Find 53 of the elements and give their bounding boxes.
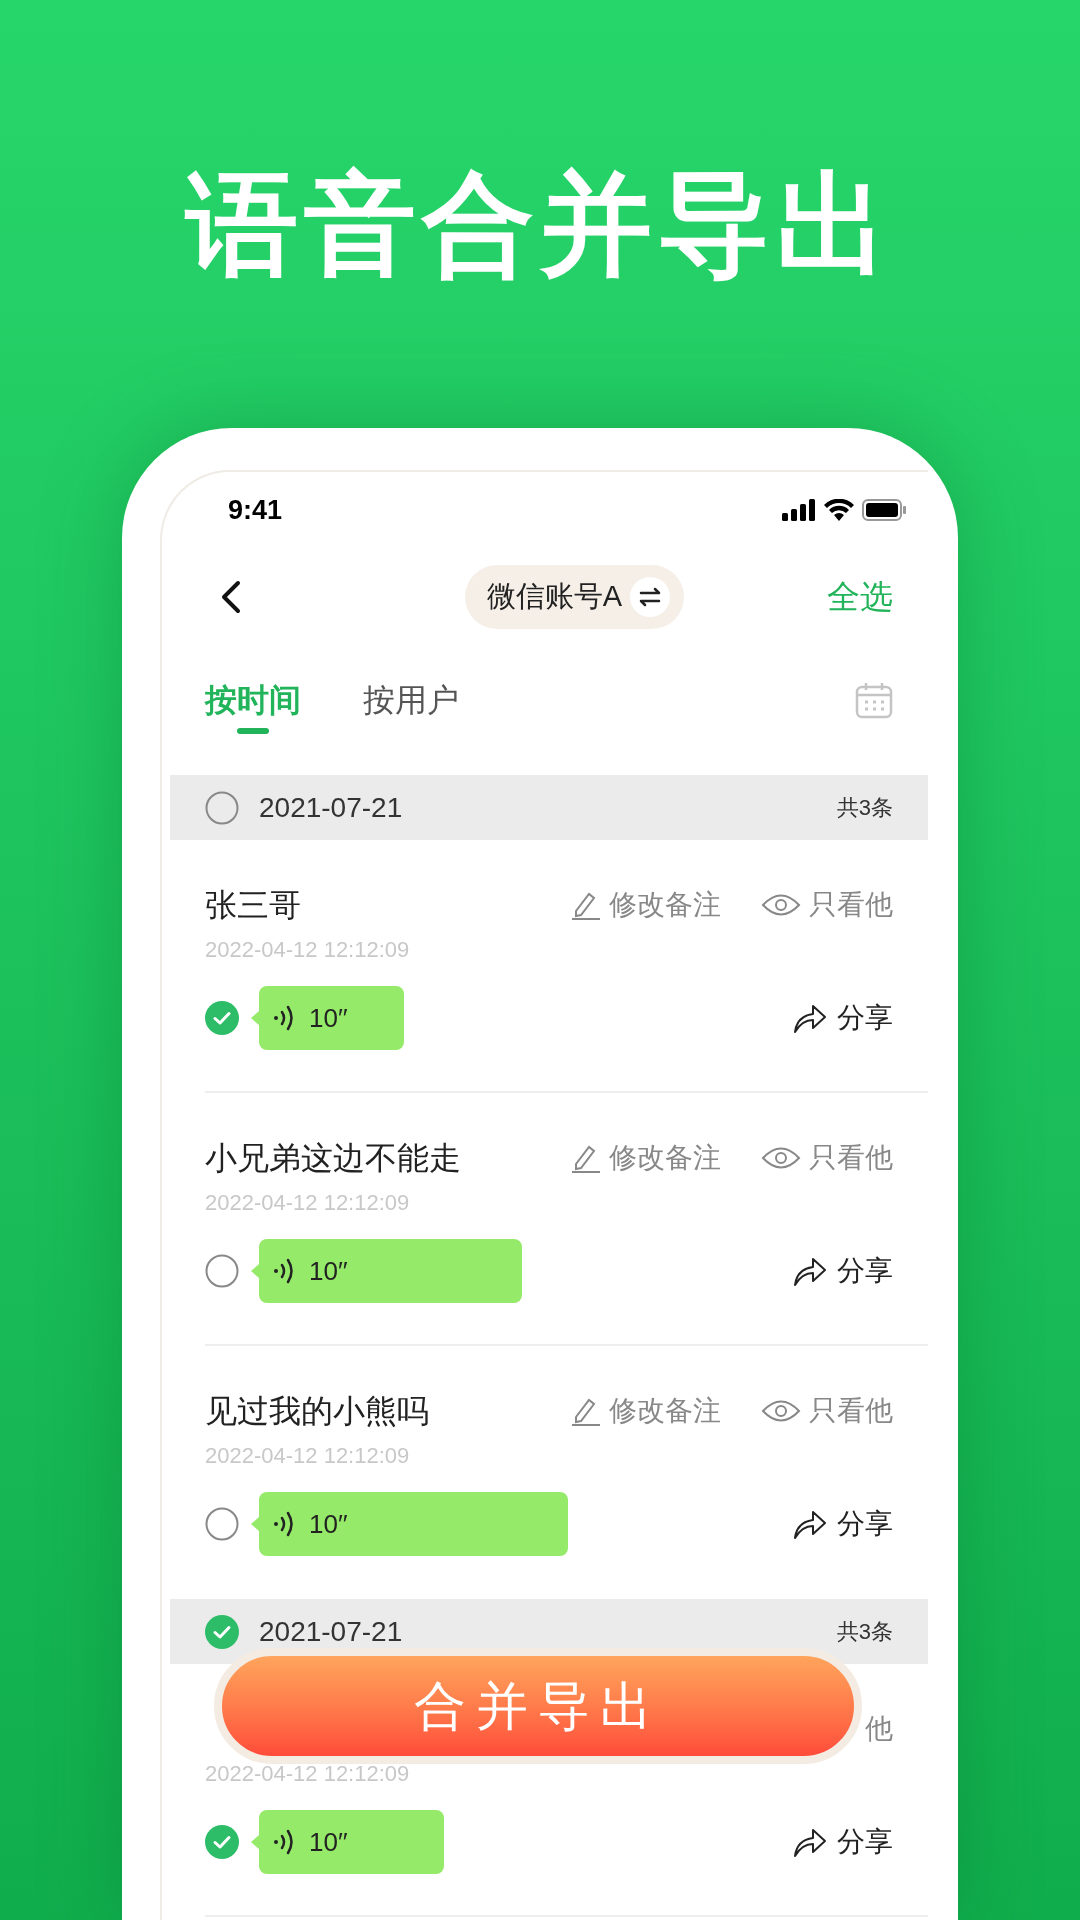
signal-icon [782,499,816,521]
eye-icon [761,1398,801,1424]
edit-note-button[interactable]: 修改备注 [571,1137,721,1179]
battery-icon [862,499,906,521]
wifi-icon [824,499,854,521]
eye-icon [761,1145,801,1171]
share-button[interactable]: 分享 [793,1821,893,1863]
contact-name: 张三哥 [205,886,301,925]
checked-circle-icon[interactable] [205,1001,239,1035]
calendar-icon[interactable] [855,681,893,719]
share-arrow-icon [793,1255,827,1287]
headline: 语音合并导出 [186,161,894,289]
date-label: 2021-07-21 [259,790,404,825]
back-icon[interactable] [220,580,242,614]
view-only-button[interactable]: 只看他 [761,1390,893,1432]
view-only-button[interactable]: 只看他 [761,1137,893,1179]
share-button[interactable]: 分享 [793,997,893,1039]
pencil-icon [571,1143,601,1173]
count-label: 共3条 [836,1618,893,1646]
eye-icon [761,892,801,918]
date-label: 2021-07-21 [259,1614,404,1649]
share-arrow-icon [793,1002,827,1034]
swap-icon [630,577,671,617]
tab-indicator [237,728,269,734]
account-switcher[interactable]: 微信账号A [464,565,685,629]
share-arrow-icon [793,1826,827,1858]
share-button[interactable]: 分享 [793,1503,893,1545]
view-only-button[interactable]: 只看他 [761,884,893,926]
voice-wave-icon [273,1509,295,1539]
edit-note-button[interactable]: 修改备注 [571,1390,721,1432]
voice-message[interactable]: 10′′ [259,986,404,1050]
voice-wave-icon [273,1256,295,1286]
voice-message[interactable]: 10′′ [259,1810,444,1874]
checked-circle-icon[interactable] [205,1614,239,1649]
share-button[interactable]: 分享 [793,1250,893,1292]
checked-circle-icon[interactable] [205,1825,239,1859]
voice-message[interactable]: 10′′ [259,1492,568,1556]
contact-name: 见过我的小熊吗 [205,1392,429,1431]
voice-wave-icon [273,1003,295,1033]
unchecked-circle-icon[interactable] [205,1507,239,1541]
pencil-icon [571,1396,601,1426]
tab[interactable]: 按用户 [363,676,459,724]
view-only-button[interactable]: 他 [865,1708,893,1750]
share-arrow-icon [793,1508,827,1540]
unchecked-circle-icon[interactable] [205,1254,239,1288]
voice-message[interactable]: 10′′ [259,1239,522,1303]
voice-wave-icon [273,1827,295,1857]
pencil-icon [571,890,601,920]
status-time: 9:41 [228,493,283,527]
contact-name: 小兄弟这边不能走 [205,1139,461,1178]
unchecked-circle-icon[interactable] [205,790,239,825]
count-label: 共3条 [836,794,893,822]
edit-note-button[interactable]: 修改备注 [571,884,721,926]
